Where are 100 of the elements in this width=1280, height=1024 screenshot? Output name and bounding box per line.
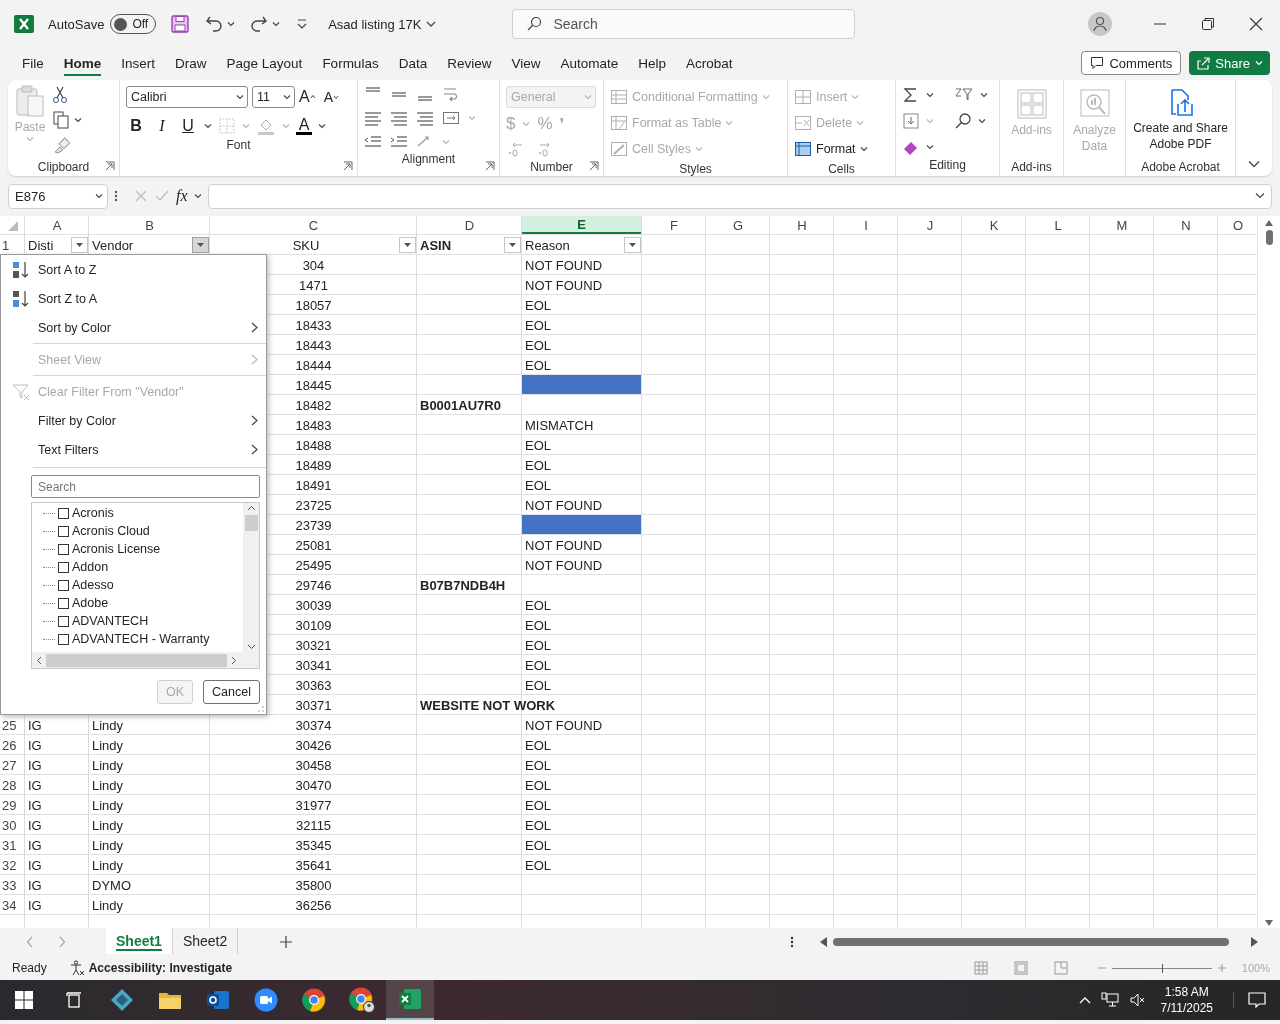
font-color-button[interactable]: A <box>296 117 312 135</box>
ribbon-large-button[interactable]: Create and Share Adobe PDF <box>1132 84 1229 158</box>
taskbar-clock[interactable]: 1:58 AM 7/11/2025 <box>1160 984 1213 1016</box>
table-cell: 18057 <box>295 297 332 313</box>
accessibility-button[interactable]: Accessibility: Investigate <box>68 960 233 976</box>
table-cell: EOL <box>525 357 551 373</box>
comments-button[interactable]: Comments <box>1081 51 1182 75</box>
table-cell: NOT FOUND <box>525 557 603 573</box>
table-cell: 18433 <box>295 317 332 333</box>
column-header[interactable]: F <box>642 216 706 235</box>
row-number[interactable]: 26 <box>2 737 17 753</box>
table-cell: EOL <box>525 857 551 873</box>
menu-item[interactable]: Sort by Color <box>1 313 266 342</box>
table-cell: IG <box>28 837 42 853</box>
table-cell: 23739 <box>295 517 332 533</box>
checkbox-label[interactable]: Acronis License <box>72 542 161 556</box>
column-header[interactable]: N <box>1154 216 1218 235</box>
cancel-button[interactable]: Cancel <box>203 680 260 704</box>
table-cell: 30470 <box>295 777 332 793</box>
column-header[interactable]: G <box>706 216 770 235</box>
group-label: Number <box>530 160 573 174</box>
decrease-font-button[interactable]: A <box>323 89 339 105</box>
checkbox-label[interactable]: Adesso <box>72 578 114 592</box>
checkbox-label[interactable]: Addon <box>72 560 109 574</box>
row-number[interactable]: 33 <box>2 877 17 893</box>
ribbon-tab[interactable]: Draw <box>165 48 217 78</box>
menu-item[interactable]: Sort Z to A <box>1 284 266 313</box>
document-title[interactable]: Asad listing 17K <box>328 16 437 32</box>
row-number[interactable]: 31 <box>2 837 17 853</box>
row-number[interactable]: 30 <box>2 817 17 833</box>
italic-button[interactable]: I <box>152 117 172 135</box>
table-cell: NOT FOUND <box>525 277 603 293</box>
increase-font-button[interactable]: A <box>299 88 316 106</box>
font-name-select[interactable]: Calibri <box>126 86 248 108</box>
column-header[interactable]: D <box>417 216 522 235</box>
column-header[interactable]: K <box>962 216 1026 235</box>
table-cell: EOL <box>525 797 551 813</box>
column-header[interactable]: E <box>522 216 641 234</box>
row-number[interactable]: 32 <box>2 857 17 873</box>
row-number[interactable]: 1 <box>0 235 25 255</box>
underline-button[interactable]: U <box>178 117 198 135</box>
column-header[interactable]: H <box>770 216 834 235</box>
table-cell: 32115 <box>295 817 332 833</box>
ribbon-tab[interactable]: Acrobat <box>676 48 743 78</box>
name-box[interactable]: E876 <box>8 183 108 209</box>
ribbon-tab[interactable]: Review <box>437 48 502 78</box>
table-cell: EOL <box>525 297 551 313</box>
column-header[interactable]: L <box>1026 216 1090 235</box>
table-cell: EOL <box>525 637 551 653</box>
column-header[interactable]: I <box>834 216 898 235</box>
table-cell: IG <box>28 737 42 753</box>
table-cell: EOL <box>525 477 551 493</box>
table-cell: NOT FOUND <box>525 497 603 513</box>
share-button[interactable]: Share <box>1189 51 1270 75</box>
checkbox-label[interactable]: Acronis Cloud <box>72 524 150 538</box>
group-label: Adobe Acrobat <box>1141 160 1220 174</box>
font-size-select[interactable]: 11 <box>252 86 295 108</box>
row-number[interactable]: 29 <box>2 797 17 813</box>
menu-item[interactable]: Text Filters <box>1 435 266 464</box>
insert-function-button[interactable]: fx <box>176 187 188 205</box>
sheet-tab[interactable]: Sheet1 <box>106 928 173 954</box>
row-number[interactable]: 27 <box>2 757 17 773</box>
ribbon-tab[interactable]: Formulas <box>312 48 389 78</box>
ribbon-tab[interactable]: File <box>12 48 54 78</box>
column-header[interactable]: B <box>89 216 210 235</box>
search-field[interactable]: Search <box>31 475 260 498</box>
ribbon-tab[interactable]: View <box>501 48 551 78</box>
table-cell: 18443 <box>295 337 332 353</box>
bold-button[interactable]: B <box>126 117 146 135</box>
table-cell: Lindy <box>92 797 124 813</box>
column-header[interactable]: C <box>210 216 417 235</box>
checkbox-label[interactable]: ADVANTECH <box>72 614 149 628</box>
table-cell: EOL <box>525 657 551 673</box>
row-number[interactable]: 25 <box>2 717 17 733</box>
column-header[interactable]: O <box>1218 216 1257 235</box>
search-field[interactable]: Search <box>512 9 856 39</box>
ribbon-tab[interactable]: Data <box>388 48 438 78</box>
row-number[interactable]: 34 <box>2 897 17 913</box>
column-header[interactable]: A <box>25 216 89 235</box>
row-number[interactable]: 28 <box>2 777 17 793</box>
table-cell: EOL <box>525 437 551 453</box>
checkbox-label[interactable]: Adobe <box>72 596 109 610</box>
column-heading: ASIN <box>420 237 452 253</box>
checkbox-label[interactable]: ADVANTECH - Warranty <box>72 632 210 646</box>
ribbon-tab[interactable]: Page Layout <box>216 48 313 78</box>
column-header[interactable]: M <box>1090 216 1154 235</box>
table-cell: NOT FOUND <box>525 257 603 273</box>
checkbox-label[interactable]: Acronis <box>72 506 114 520</box>
ribbon-tab[interactable]: Help <box>628 48 677 78</box>
column-header[interactable]: J <box>898 216 962 235</box>
menu-item[interactable]: Filter by Color <box>1 406 266 435</box>
column-heading: Reason <box>525 237 570 253</box>
ribbon-tab[interactable]: Automate <box>550 48 629 78</box>
table-cell: EOL <box>525 737 551 753</box>
ribbon-tab[interactable]: Home <box>53 48 112 78</box>
menu-item[interactable]: Sort A to Z <box>1 255 266 284</box>
table-cell: 18444 <box>295 357 332 373</box>
sheet-tab[interactable]: Sheet2 <box>172 928 239 954</box>
ribbon-menu-button[interactable]: Format <box>794 136 889 162</box>
ribbon-tab[interactable]: Insert <box>111 48 166 78</box>
